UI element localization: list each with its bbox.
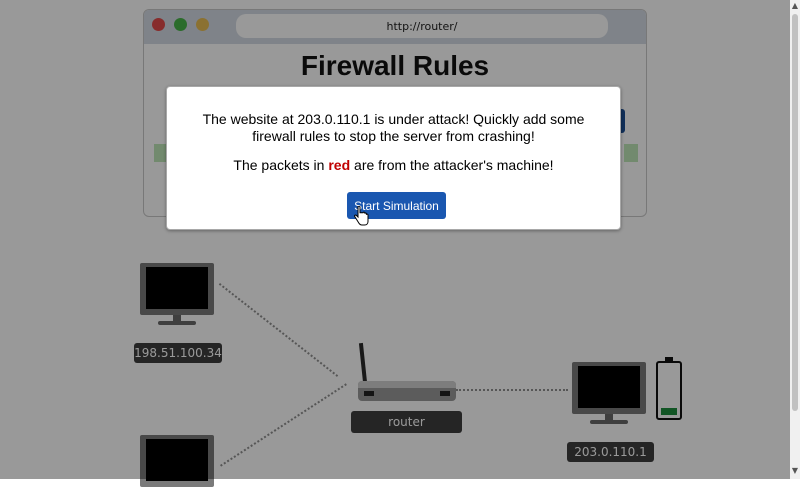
- dialog-hint: The packets in red are from the attacker…: [179, 157, 608, 174]
- hint-highlight: red: [328, 157, 351, 173]
- start-dialog: The website at 203.0.110.1 is under atta…: [166, 86, 621, 230]
- hint-suffix: are from the attacker's machine!: [350, 157, 554, 173]
- scroll-up-arrow-icon[interactable]: ▲: [791, 2, 799, 10]
- dialog-message: The website at 203.0.110.1 is under atta…: [202, 111, 585, 144]
- scrollbar-thumb[interactable]: [792, 14, 798, 411]
- hint-prefix: The packets in: [233, 157, 329, 173]
- simulation-stage: http://router/ Firewall Rules 198.51.100…: [0, 0, 790, 487]
- scroll-down-arrow-icon[interactable]: ▼: [791, 467, 799, 475]
- modal-overlay: [0, 0, 790, 479]
- vertical-scrollbar[interactable]: ▲ ▼: [790, 0, 800, 479]
- hand-cursor-icon: [354, 206, 369, 226]
